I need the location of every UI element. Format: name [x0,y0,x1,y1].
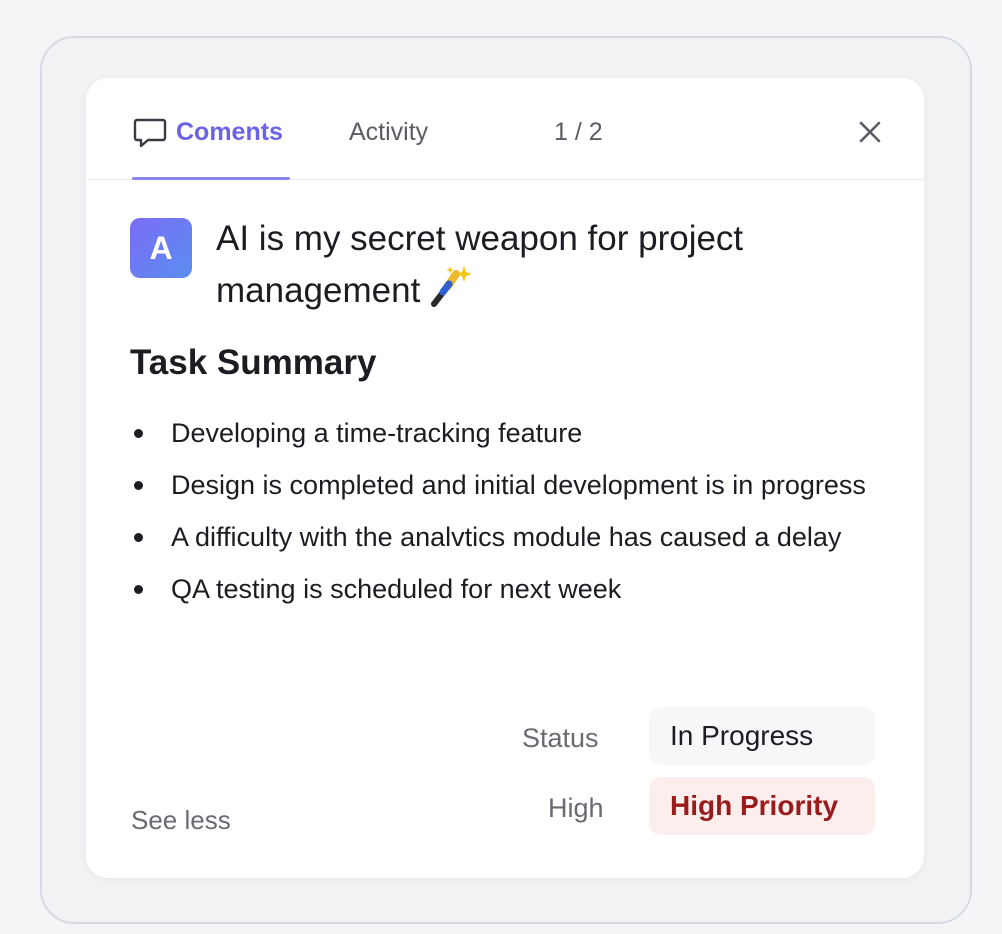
task-summary-list: Developing a time-tracking feature Desig… [130,414,870,622]
status-badge[interactable]: In Progress [649,707,875,765]
see-less-link[interactable]: See less [131,800,231,840]
pager-indicator: 1 / 2 [554,118,603,146]
list-item-text: QA testing is scheduled for next week [171,574,622,604]
list-item: Developing a time-tracking feature [130,414,870,452]
list-item: Design is completed and initial developm… [130,466,870,504]
list-item-text: A difficulty with the analvtics module h… [171,522,842,552]
magic-wand-sparkles-icon [431,266,473,307]
task-summary-title: Task Summary [130,343,377,382]
bullet-dot [134,481,143,490]
tab-comments[interactable]: Coments [132,114,283,180]
tab-bar: Coments Activity 1 / 2 [86,78,924,180]
comment-bubble-icon [133,118,167,148]
list-item-text: Design is completed and initial developm… [171,470,866,500]
bullet-dot [134,585,143,594]
priority-label: High [548,793,604,823]
bullet-dot [134,533,143,542]
priority-badge[interactable]: High Priority [649,777,875,835]
avatar: A [130,218,192,278]
comment-headline: AI is my secret weapon for project manag… [216,214,856,316]
comment-headline-text: AI is my secret weapon for project manag… [216,219,744,310]
comment-card: Coments Activity 1 / 2 A AI is my secret… [86,78,924,878]
list-item: A difficulty with the analvtics module h… [130,518,870,556]
status-label: Status [522,723,599,753]
close-icon[interactable] [854,116,886,148]
active-tab-indicator [132,177,290,180]
tab-activity[interactable]: Activity [349,114,428,150]
bullet-dot [134,429,143,438]
list-item: QA testing is scheduled for next week [130,570,870,608]
tab-comments-label: Coments [176,118,283,146]
list-item-text: Developing a time-tracking feature [171,418,583,448]
